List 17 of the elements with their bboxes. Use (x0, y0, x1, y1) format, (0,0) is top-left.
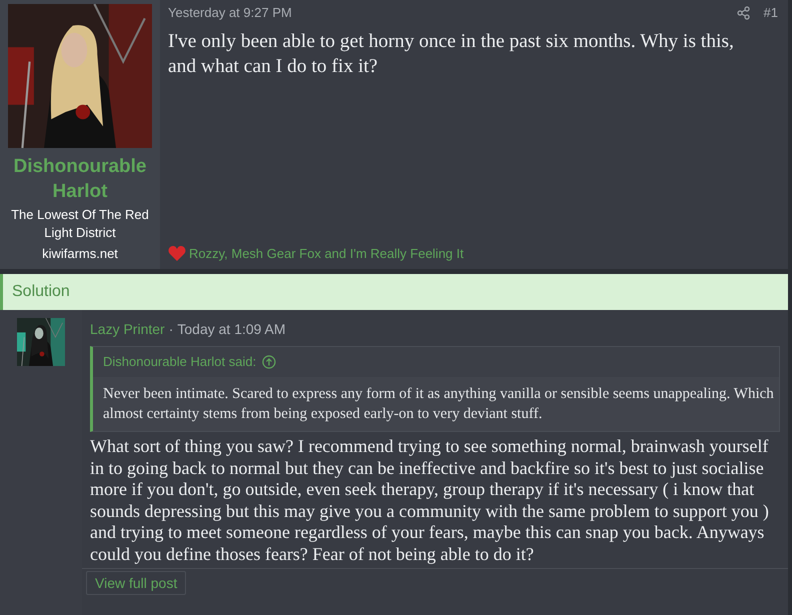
share-icon[interactable] (736, 6, 750, 20)
reactions-link[interactable]: Rozzy, Mesh Gear Fox and I'm Really Feeling It (189, 244, 464, 263)
post-text: I've only been able to get horny once in the past six months. Why is this, and what can I do to fix it? (168, 30, 735, 78)
quote-attribution[interactable]: Dishonourable Harlot said: (103, 352, 256, 372)
site-label: kiwifarms.net (42, 245, 118, 263)
arrow-up-icon[interactable] (262, 355, 276, 369)
separator-dot: · (168, 320, 174, 339)
view-full-post-button[interactable]: View full post (86, 571, 186, 595)
post-text: What sort of thing you saw? I recommend trying to see something normal, brainwash yourself in to going back to normal but they can be ineffective and backfire so it's best to just socialise more if you don't, go outside, even seek therapy, group therapy if it's necessary ( i know that sounds depressing but this may give you a community with the same problem to support you ) and trying to meet someone regardless of your fears, maybe this can snap you back. Anyways could you define thoses fears? Fear of not being able to do it? (89, 436, 770, 565)
heart-icon (168, 244, 186, 262)
post-number[interactable]: #1 (764, 3, 778, 22)
username[interactable]: Lazy Printer (90, 319, 165, 340)
solution-header: Solution (0, 274, 788, 310)
username[interactable]: Dishonourable Harlot (5, 154, 155, 204)
post-timestamp[interactable]: Yesterday at 9:27 PM (168, 3, 292, 22)
quote-text: Never been intimate. Scared to express any form of it as anything vanilla or sensible seems unappealing. Which almost certainty stems from being exposed early-on to very deviant stuff. (93, 377, 779, 431)
post-timestamp[interactable]: Today at 1:09 AM (177, 319, 286, 340)
